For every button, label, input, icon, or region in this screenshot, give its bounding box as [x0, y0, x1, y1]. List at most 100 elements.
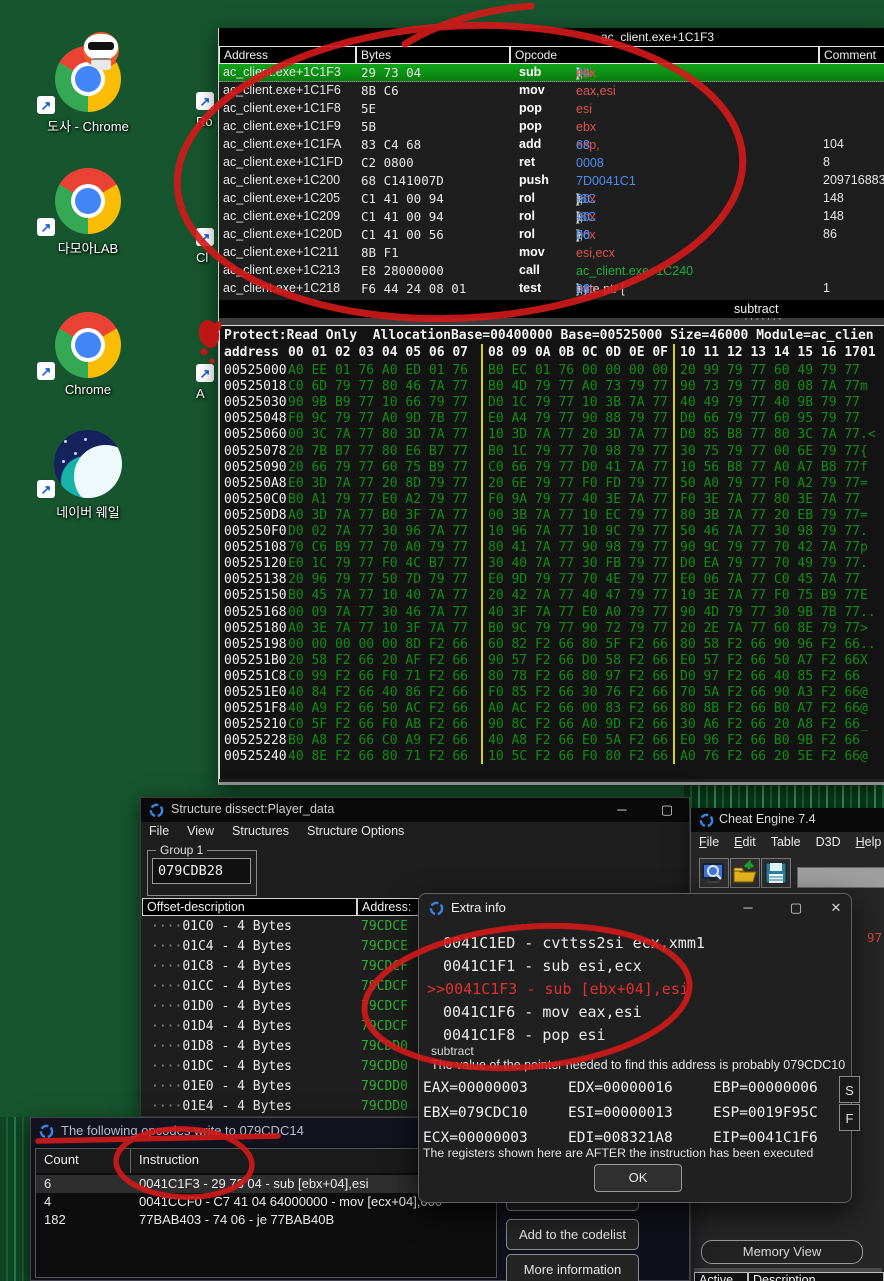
hex-row[interactable]: 00525000A0 EE 01 76 A0 ED 01 76B0 EC 01 … — [220, 363, 884, 379]
menu-item-structures[interactable]: Structures — [232, 824, 289, 838]
instruction-mnemonic: sub — [519, 65, 541, 79]
partial-shortcut-2[interactable]: ↗Cl — [196, 228, 218, 265]
hex-row[interactable]: 00525228B0 A8 F2 66 C0 A9 F2 6640 A8 F2 … — [220, 733, 884, 749]
hex-row[interactable]: 005250C0B0 A1 79 77 E0 A2 79 77F0 9A 79 … — [220, 492, 884, 508]
hex-row[interactable]: 0052516800 09 7A 77 30 46 7A 7740 3F 7A … — [220, 605, 884, 621]
desktop-shortcut-3[interactable]: ↗Chrome — [33, 312, 143, 397]
instruction-address: ac_client.exe+1C1F6 — [223, 83, 341, 97]
disassembly-row[interactable]: ac_client.exe+1C1F95Bpopebx — [219, 118, 884, 136]
operand-token: 01 — [576, 282, 590, 296]
structure-dissect-titlebar[interactable]: Structure dissect:Player_data ─ ▢ — [141, 798, 689, 822]
column-header-count[interactable]: Count — [36, 1149, 131, 1173]
hex-group-divider — [481, 344, 483, 764]
menu-item-file[interactable]: File — [149, 824, 169, 838]
disassembly-row[interactable]: ac_client.exe+1C1FA83 C4 68addesp,68104 — [219, 136, 884, 154]
hex-row[interactable]: 00525180A0 3E 7A 77 10 3F 7A 77B0 9C 79 … — [220, 621, 884, 637]
disassembly-row[interactable]: ac_client.exe+1C1F329 73 04sub[ebx+04],e… — [219, 64, 884, 82]
hex-row[interactable]: 0052524040 8E F2 66 80 71 F2 6610 5C F2 … — [220, 749, 884, 765]
hex-address: 00525228 — [224, 733, 287, 749]
hex-view[interactable]: Protect:Read Only AllocationBase=0040000… — [219, 325, 884, 779]
add-to-codelist-button[interactable]: Add to the codelist — [506, 1219, 639, 1250]
hex-address: 005251B0 — [224, 653, 287, 669]
disassembly-row[interactable]: ac_client.exe+1C209C1 41 00 94rol[ecx+00… — [219, 208, 884, 226]
hex-bytes-group: 10 5C F2 66 F0 80 F2 66 — [488, 749, 668, 765]
column-header-offset[interactable]: Offset-description — [142, 898, 357, 916]
disassembly-row[interactable]: ac_client.exe+1C2118B F1movesi,ecx — [219, 244, 884, 262]
float-view-button[interactable]: F — [839, 1104, 860, 1131]
hex-row[interactable]: 0052519800 00 00 00 00 8D F2 6660 82 F2 … — [220, 637, 884, 653]
column-header-bytes[interactable]: Bytes — [356, 46, 510, 64]
maximize-button[interactable]: ▢ — [658, 801, 676, 819]
menu-item-help[interactable]: Help — [856, 835, 882, 849]
disassembly-row[interactable]: ac_client.exe+1C1F85Epopesi — [219, 100, 884, 118]
desktop-shortcut-1[interactable]: ↗도사 - Chrome — [33, 46, 143, 135]
minimize-button[interactable]: ─ — [613, 801, 631, 819]
hex-row[interactable]: 005251E040 84 F2 66 40 86 F2 66F0 85 F2 … — [220, 685, 884, 701]
memory-viewer-titlebar[interactable]: ac_client.exe+1C1F3 — [219, 28, 884, 46]
menu-item-file[interactable]: File — [699, 835, 719, 849]
hex-bytes-group: 20 66 79 77 60 75 B9 77 — [288, 460, 468, 476]
hex-address: 005250C0 — [224, 492, 287, 508]
hex-row[interactable]: 0052507820 7B B7 77 80 E6 B7 77B0 1C 79 … — [220, 444, 884, 460]
tree-line-icon: ···· — [151, 1059, 182, 1074]
hex-row[interactable]: 00525018C0 6D 79 77 80 46 7A 77B0 4D 79 … — [220, 379, 884, 395]
desktop-shortcut-4[interactable]: ↗네이버 웨일 — [33, 430, 143, 521]
hex-row[interactable]: 005250A8E0 3D 7A 77 20 8D 79 7720 6E 79 … — [220, 476, 884, 492]
hex-row[interactable]: 0052513820 96 79 77 50 7D 79 77E0 9D 79 … — [220, 572, 884, 588]
close-button[interactable]: ✕ — [827, 899, 845, 917]
stack-view-button[interactable]: S — [839, 1076, 860, 1103]
hex-row[interactable]: 00525210C0 5F F2 66 F0 AB F2 6690 8C F2 … — [220, 717, 884, 733]
open-table-button[interactable] — [730, 858, 760, 888]
menu-item-edit[interactable]: Edit — [734, 835, 756, 849]
opcode-write-row[interactable]: 18277BAB403 - 74 06 - je 77BAB40B — [36, 1211, 496, 1229]
column-header-opcode[interactable]: Opcode — [510, 46, 819, 64]
disassembly-row[interactable]: ac_client.exe+1C1F68B C6moveax,esi — [219, 82, 884, 100]
hex-row[interactable]: 00525120E0 1C 79 77 F0 4C B7 7730 40 7A … — [220, 556, 884, 572]
menu-item-d3d[interactable]: D3D — [816, 835, 841, 849]
menu-item-structure-options[interactable]: Structure Options — [307, 824, 404, 838]
menu-item-view[interactable]: View — [187, 824, 214, 838]
disassembly-row[interactable]: ac_client.exe+1C213E8 28000000callac_cli… — [219, 262, 884, 280]
hex-row[interactable]: 0052503090 9B B9 77 10 66 79 77D0 1C 79 … — [220, 395, 884, 411]
table-header-description[interactable]: Description — [748, 1272, 884, 1281]
group-address-input[interactable]: 079CDB28 — [152, 858, 251, 884]
hex-row[interactable]: 0052510870 C6 B9 77 70 A0 79 7780 41 7A … — [220, 540, 884, 556]
extra-info-titlebar[interactable]: Extra info ─ ▢ ✕ — [419, 894, 851, 922]
partial-shortcut-3[interactable]: ↗A — [196, 364, 218, 401]
ok-button[interactable]: OK — [594, 1164, 682, 1192]
hex-bytes-group: D0 EA 79 77 70 49 79 77 — [680, 556, 860, 572]
hex-row[interactable]: 00525048F0 9C 79 77 A0 9D 7B 77E0 A4 79 … — [220, 411, 884, 427]
disassembly-row[interactable]: ac_client.exe+1C1FDC2 0800ret00088 — [219, 154, 884, 172]
memory-view-button[interactable]: Memory View — [701, 1240, 863, 1264]
column-header-address[interactable]: Address — [219, 46, 356, 64]
table-header-active[interactable]: Active — [694, 1272, 748, 1281]
hex-bytes-group: 90 4D 79 77 30 9B 7B 77 — [680, 605, 860, 621]
desktop: ↗도사 - Chrome ↗다모아LAB ↗Chrome ↗네이버 웨일 ↗Ro ↗Cl… — [0, 0, 884, 1281]
hex-row[interactable]: 0052506000 3C 7A 77 80 3D 7A 7710 3D 7A … — [220, 427, 884, 443]
desktop-shortcut-2[interactable]: ↗다모아LAB — [33, 168, 143, 257]
operand-token: 0008 — [576, 156, 604, 170]
minimize-button[interactable]: ─ — [739, 899, 757, 917]
save-table-button[interactable] — [761, 858, 791, 888]
partial-shortcut-1[interactable]: ↗Ro — [196, 92, 218, 129]
select-process-button[interactable] — [699, 858, 729, 888]
hex-row[interactable]: 005251C8C0 99 F2 66 F0 71 F2 6680 78 F2 … — [220, 669, 884, 685]
cheat-engine-titlebar[interactable]: Cheat Engine 7.4 — [691, 808, 884, 832]
maximize-button[interactable]: ▢ — [787, 899, 805, 917]
disassembly-row[interactable]: ac_client.exe+1C20068 C141007Dpush7D0041… — [219, 172, 884, 190]
disassembly-row[interactable]: ac_client.exe+1C20DC1 41 00 56rol[ecx+00… — [219, 226, 884, 244]
hex-row[interactable]: 0052509020 66 79 77 60 75 B9 77C0 66 79 … — [220, 460, 884, 476]
disassembly-row[interactable]: ac_client.exe+1C218F6 44 24 08 01testbyt… — [219, 280, 884, 298]
hex-row[interactable]: 005250D8A0 3D 7A 77 B0 3F 7A 7700 3B 7A … — [220, 508, 884, 524]
menu-item-table[interactable]: Table — [771, 835, 801, 849]
hex-row[interactable]: 005250F0D0 02 7A 77 30 96 7A 7710 96 7A … — [220, 524, 884, 540]
hex-row[interactable]: 005251B020 58 F2 66 20 AF F2 6690 57 F2 … — [220, 653, 884, 669]
hex-row[interactable]: 005251F840 A9 F2 66 50 AC F2 66A0 AC F2 … — [220, 701, 884, 717]
disassembly-row[interactable]: ac_client.exe+1C205C1 41 00 94rol[ecx+00… — [219, 190, 884, 208]
more-information-button[interactable]: More information — [506, 1254, 639, 1281]
column-header-comment[interactable]: Comment — [819, 46, 884, 64]
splitter-handle[interactable]: ······· — [219, 318, 884, 325]
instruction-bytes: C1 41 00 94 — [361, 209, 444, 224]
hex-row[interactable]: 00525150B0 45 7A 77 10 40 7A 7720 42 7A … — [220, 588, 884, 604]
hex-bytes-group: 30 40 7A 77 30 FB 79 77 — [488, 556, 668, 572]
